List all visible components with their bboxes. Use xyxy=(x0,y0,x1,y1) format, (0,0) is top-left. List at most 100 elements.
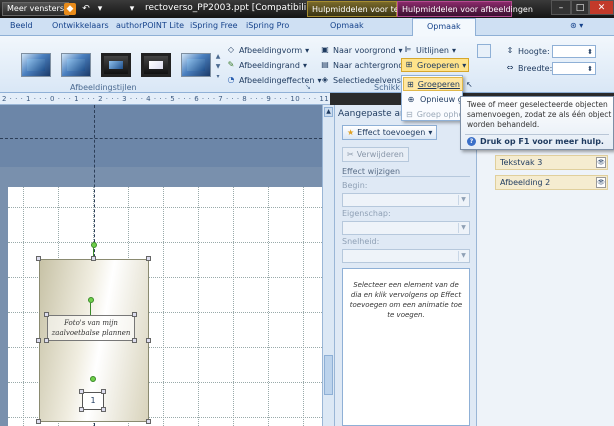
tab-ispring-free[interactable]: iSpring Free xyxy=(190,21,238,30)
resize-handle[interactable] xyxy=(44,338,49,343)
naar-achtergrond-button[interactable]: ▤Naar achtergrond▾ xyxy=(320,58,410,72)
context-header-picture-tools: Hulpmiddelen voor afbeeldingen xyxy=(397,1,533,17)
begin-label: Begin: xyxy=(342,181,368,190)
vertical-scrollbar[interactable]: ▲ xyxy=(322,105,334,426)
remove-icon: ✂ xyxy=(347,150,354,159)
maximize-button[interactable]: □ xyxy=(571,0,589,15)
selection-item-tekstvak-3[interactable]: Tekstvak 3 👁 xyxy=(495,155,608,170)
context-header-drawing-tools: Hulpmiddelen voor tekenen xyxy=(307,1,423,17)
pen-icon: ✎ xyxy=(227,60,235,69)
office-icon[interactable]: ◆ xyxy=(64,3,76,15)
rotate-handle-picture[interactable] xyxy=(91,242,97,248)
resize-handle[interactable] xyxy=(132,338,137,343)
picture-style-2[interactable] xyxy=(61,53,91,77)
animation-hint-text: Selecteer een element van de dia en klik… xyxy=(349,281,463,319)
resize-handle[interactable] xyxy=(101,407,106,412)
picture-style-1[interactable] xyxy=(21,53,51,77)
width-icon: ⇔ xyxy=(506,63,514,72)
resize-handle[interactable] xyxy=(146,419,151,424)
effect-toevoegen-button[interactable]: ★ Effect toevoegen ▾ xyxy=(342,125,438,140)
scroll-thumb[interactable] xyxy=(324,355,333,395)
resize-handle[interactable] xyxy=(101,389,106,394)
ribbon: ▲ ▼ ▾ ◇ Afbeeldingvorm ▾ ✎ Afbeeldingrand ▾ ◔ A… xyxy=(0,36,614,93)
window-controls: – □ ✕ xyxy=(551,0,614,16)
height-icon: ⇕ xyxy=(506,46,514,55)
resize-handle[interactable] xyxy=(79,389,84,394)
caption-textbox[interactable]: Foto's van mijn zaalvoetbalse plannen xyxy=(47,315,135,341)
tab-opmaak-pictures[interactable]: Opmaak xyxy=(412,18,476,37)
ribbon-tab-row: Beeld Ontwikkelaars authorPOINT Lite iSp… xyxy=(0,18,614,37)
rotate-handle-number[interactable] xyxy=(90,376,96,382)
hoogte-label: ⇕ Hoogte: xyxy=(506,46,550,56)
tab-authorpoint-lite[interactable]: authorPOINT Lite xyxy=(116,21,184,30)
document-title: rectoverso_PP2003.ppt [Compatibili... xyxy=(145,3,315,13)
selection-item-afbeelding-2[interactable]: Afbeelding 2 👁 xyxy=(495,175,608,190)
more-windows-button[interactable]: Meer vensters xyxy=(2,2,69,16)
picture-style-5[interactable] xyxy=(181,53,211,77)
afbeeldingrand-button[interactable]: ✎ Afbeeldingrand ▾ xyxy=(226,58,307,72)
scroll-up-icon[interactable]: ▲ xyxy=(324,107,333,117)
effect-wijzigen-section: Effect wijzigen xyxy=(342,167,470,177)
star-icon: ★ xyxy=(347,128,355,137)
begin-dropdown[interactable]: ▼ xyxy=(342,193,470,207)
shape-icon: ◇ xyxy=(227,45,235,54)
rotate-handle-caption[interactable] xyxy=(88,297,94,303)
effects-icon: ◔ xyxy=(227,75,235,84)
menu-item-groeperen[interactable]: ⊞ Groeperen ↖ xyxy=(403,77,473,91)
selection-pane-icon: ◈ xyxy=(321,75,329,84)
animation-pane-title: Aangepaste ani xyxy=(338,109,409,119)
styles-scroll-icon[interactable]: ▲ ▼ ▾ xyxy=(214,52,222,82)
dialog-launcher-icon[interactable]: ↘ xyxy=(305,83,311,91)
visibility-icon[interactable]: 👁 xyxy=(596,177,606,188)
customize-quick-access-icon[interactable]: ▾ xyxy=(126,3,138,15)
regroup-icon: ⊕ xyxy=(407,94,415,104)
close-button[interactable]: ✕ xyxy=(589,0,614,15)
resize-handle[interactable] xyxy=(36,256,41,261)
groeperen-menu: ⊞ Groeperen ↖ ⊕ Opnieuw g ⊟ Groep ophe xyxy=(401,75,473,121)
minimize-button[interactable]: – xyxy=(551,0,571,15)
send-backward-icon: ▤ xyxy=(321,60,329,69)
align-icon: ⊫ xyxy=(404,45,412,54)
menu-item-groep-opheffen[interactable]: ⊟ Groep ophe xyxy=(403,107,463,121)
resize-handle[interactable] xyxy=(146,256,151,261)
picture-style-4[interactable] xyxy=(141,53,171,77)
crop-icon[interactable] xyxy=(477,44,491,58)
horizontal-ruler: 2 · · · 1 · · · 0 · · · 1 · · · 2 · · · … xyxy=(0,93,330,105)
groeperen-tooltip: Twee of meer geselecteerde objecten same… xyxy=(460,96,614,150)
horizontal-guide[interactable] xyxy=(0,138,322,139)
uitlijnen-button[interactable]: ⊫ Uitlijnen ▾ xyxy=(403,43,456,57)
resize-handle[interactable] xyxy=(36,419,41,424)
undo-icon[interactable]: ↶ xyxy=(80,3,92,15)
resize-handle[interactable] xyxy=(132,312,137,317)
tab-beeld[interactable]: Beeld xyxy=(10,21,33,30)
afbeeldingvorm-button[interactable]: ◇ Afbeeldingvorm ▾ xyxy=(226,43,309,57)
visibility-icon[interactable]: 👁 xyxy=(596,157,606,168)
tooltip-body: Twee of meer geselecteerde objecten same… xyxy=(467,100,612,129)
eigenschap-label: Eigenschap: xyxy=(342,209,391,218)
resize-handle[interactable] xyxy=(91,256,96,261)
save-icon[interactable]: ▾ xyxy=(94,3,106,15)
help-icon[interactable]: ⊛ ▾ xyxy=(570,21,583,30)
tooltip-help: ? Druk op F1 voor meer hulp. xyxy=(467,137,604,146)
snelheid-label: Snelheid: xyxy=(342,237,380,246)
hoogte-input[interactable]: ⬍ xyxy=(552,45,596,58)
group-label-afbeeldingstijlen: Afbeeldingstijlen xyxy=(70,83,137,92)
resize-handle[interactable] xyxy=(36,338,41,343)
tab-opmaak-drawing[interactable]: Opmaak xyxy=(330,21,364,30)
resize-handle[interactable] xyxy=(44,312,49,317)
bring-forward-icon: ▣ xyxy=(321,45,329,54)
groeperen-button[interactable]: ⊞ Groeperen ▾ xyxy=(401,58,470,72)
resize-handle[interactable] xyxy=(79,407,84,412)
snelheid-dropdown[interactable]: ▼ xyxy=(342,249,470,263)
tab-ontwikkelaars[interactable]: Ontwikkelaars xyxy=(52,21,109,30)
ungroup-icon: ⊟ xyxy=(406,109,413,119)
eigenschap-dropdown[interactable]: ▼ xyxy=(342,221,470,235)
resize-handle[interactable] xyxy=(146,338,151,343)
breedte-input[interactable]: ⬍ xyxy=(552,62,596,75)
picture-style-3[interactable] xyxy=(101,53,131,77)
menu-item-opnieuw-groeperen[interactable]: ⊕ Opnieuw g xyxy=(403,92,463,106)
verwijderen-button[interactable]: ✂ Verwijderen xyxy=(342,147,409,162)
naar-voorgrond-button[interactable]: ▣ Naar voorgrond ▾ xyxy=(320,43,402,57)
title-bar: Meer vensters ◆ ↶ ▾ ▾ rectoverso_PP2003.… xyxy=(0,0,614,18)
tab-ispring-pro[interactable]: iSpring Pro xyxy=(246,21,289,30)
